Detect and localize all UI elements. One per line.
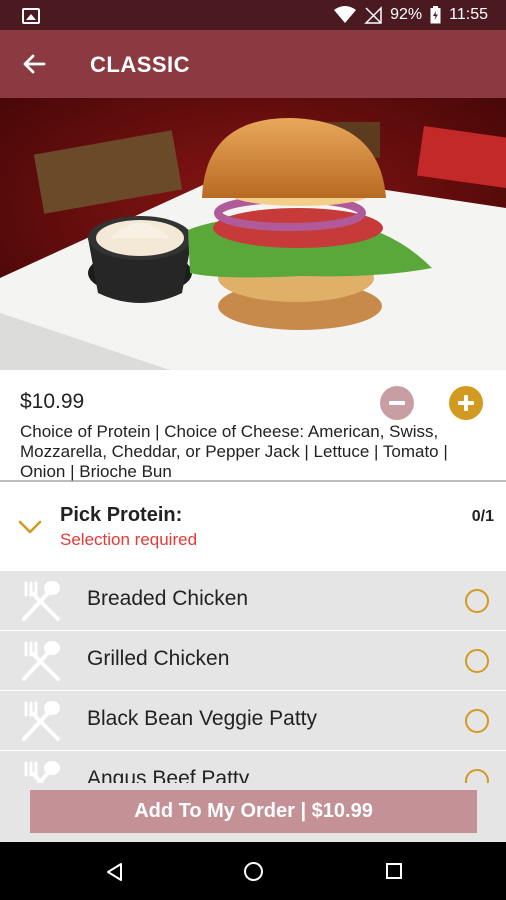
- battery-icon: [430, 6, 441, 24]
- option-radio[interactable]: [465, 589, 489, 613]
- no-signal-icon: [364, 6, 382, 24]
- utensils-icon: [24, 761, 60, 783]
- list-item[interactable]: Breaded Chicken: [0, 571, 506, 631]
- image-notification-icon: [22, 8, 40, 24]
- item-price: $10.99: [20, 390, 85, 413]
- protein-options-list: Breaded Chicken Grilled Chicken Black Be…: [0, 571, 506, 783]
- battery-percent: 92%: [390, 6, 423, 23]
- option-radio[interactable]: [465, 769, 489, 783]
- nav-back-icon[interactable]: [105, 862, 123, 882]
- utensils-icon: [22, 701, 60, 741]
- utensils-icon: [22, 641, 60, 681]
- option-label: Black Bean Veggie Patty: [87, 707, 317, 730]
- page-title: CLASSIC: [90, 52, 191, 77]
- selection-required-text: Selection required: [60, 530, 198, 549]
- increase-quantity-button[interactable]: [449, 386, 483, 420]
- list-item[interactable]: Angus Beef Patty: [0, 751, 506, 783]
- list-item[interactable]: Black Bean Veggie Patty: [0, 691, 506, 751]
- wifi-icon: [334, 6, 357, 23]
- back-arrow-icon[interactable]: [20, 50, 48, 78]
- selection-count: 0/1: [471, 508, 494, 525]
- nav-home-icon[interactable]: [244, 862, 263, 881]
- protein-section-header[interactable]: Pick Protein: Selection required 0/1: [0, 484, 506, 571]
- utensils-icon: [22, 581, 60, 621]
- section-title: Pick Protein:: [60, 504, 183, 526]
- list-item[interactable]: Grilled Chicken: [0, 631, 506, 691]
- item-photo: [0, 98, 506, 370]
- status-time: 11:55: [449, 6, 488, 23]
- status-bar: 92% 11:55: [0, 0, 506, 30]
- chevron-down-icon[interactable]: [18, 520, 42, 534]
- nav-recents-icon[interactable]: [386, 863, 402, 879]
- item-info: $10.99 Choice of Protein | Choice of Che…: [0, 370, 506, 482]
- item-description: Choice of Protein | Choice of Cheese: Am…: [20, 422, 448, 481]
- option-radio[interactable]: [465, 649, 489, 673]
- app-bar: CLASSIC: [0, 30, 506, 98]
- option-radio[interactable]: [465, 709, 489, 733]
- add-to-order-button[interactable]: Add To My Order | $10.99: [30, 790, 477, 833]
- option-label: Breaded Chicken: [87, 587, 249, 610]
- option-label: Angus Beef Patty: [87, 767, 250, 783]
- option-label: Grilled Chicken: [87, 647, 230, 670]
- decrease-quantity-button[interactable]: [380, 386, 414, 420]
- bottom-action-area: Add To My Order | $10.99: [0, 783, 506, 842]
- system-nav-bar: [0, 842, 506, 900]
